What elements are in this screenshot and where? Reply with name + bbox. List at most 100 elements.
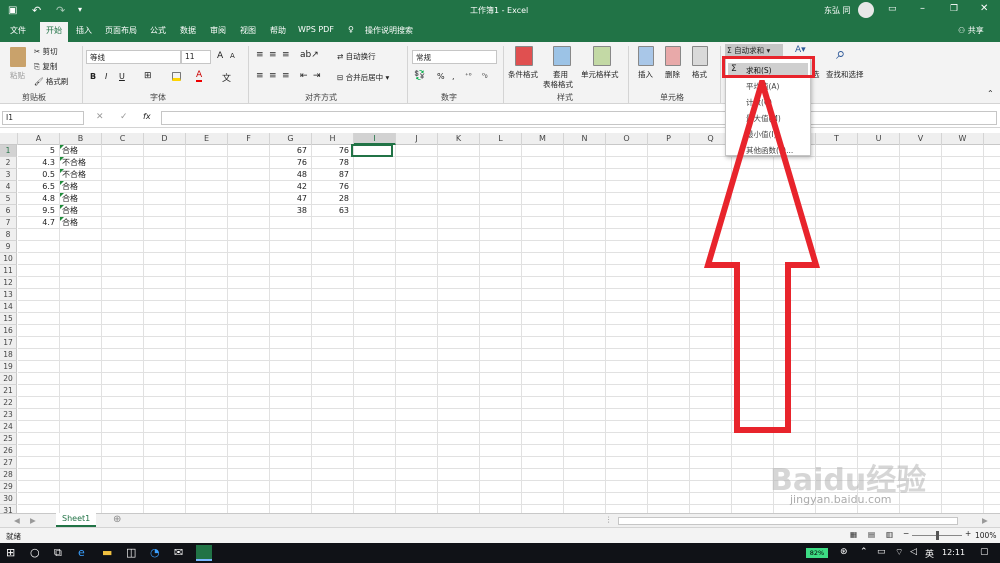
- row-header-9[interactable]: 9: [0, 241, 17, 253]
- phonetic-icon[interactable]: 文: [222, 71, 231, 84]
- row-header-6[interactable]: 6: [0, 205, 17, 217]
- font-size-select[interactable]: 11: [181, 50, 211, 64]
- zoom-level[interactable]: 100%: [975, 531, 996, 540]
- sort-filter-icon[interactable]: A▾: [795, 45, 806, 55]
- zoom-in-icon[interactable]: +: [965, 529, 971, 538]
- grow-font-icon[interactable]: A: [217, 51, 223, 61]
- wifi-icon[interactable]: ⌔: [895, 547, 903, 558]
- row-header-15[interactable]: 15: [0, 313, 17, 325]
- format-as-table-icon[interactable]: [553, 46, 571, 66]
- cell-styles-icon[interactable]: [593, 46, 611, 66]
- selected-cell[interactable]: [351, 144, 393, 157]
- error-indicator-icon[interactable]: [60, 157, 64, 161]
- row-header-14[interactable]: 14: [0, 301, 17, 313]
- formula-input[interactable]: [161, 111, 997, 125]
- row-header-8[interactable]: 8: [0, 229, 17, 241]
- normal-view-icon[interactable]: ▦: [850, 530, 857, 539]
- paste-button[interactable]: 粘贴: [10, 70, 25, 81]
- excel-taskbar-icon[interactable]: [196, 545, 212, 561]
- insert-cells-icon[interactable]: [638, 46, 654, 66]
- column-header-e[interactable]: E: [186, 133, 228, 145]
- cell-h1[interactable]: 76: [312, 145, 352, 157]
- tab-help[interactable]: 帮助: [270, 25, 286, 36]
- page-layout-view-icon[interactable]: ▤: [868, 530, 875, 539]
- cell-a4[interactable]: 6.5: [18, 181, 58, 193]
- game-icon[interactable]: ⊛: [840, 547, 848, 557]
- column-header-f[interactable]: F: [228, 133, 270, 145]
- number-format-select[interactable]: 常规: [412, 50, 497, 64]
- increase-indent-icon[interactable]: ⇥: [313, 71, 321, 81]
- row-header-5[interactable]: 5: [0, 193, 17, 205]
- undo-icon[interactable]: ↶: [32, 4, 41, 17]
- zoom-slider-thumb[interactable]: [936, 531, 939, 540]
- column-header-d[interactable]: D: [144, 133, 186, 145]
- row-header-19[interactable]: 19: [0, 361, 17, 373]
- find-select-button[interactable]: 查找和选择: [826, 69, 864, 80]
- row-header-4[interactable]: 4: [0, 181, 17, 193]
- align-top-icon[interactable]: ≡: [256, 50, 264, 60]
- row-header-24[interactable]: 24: [0, 421, 17, 433]
- bold-button[interactable]: B: [90, 72, 96, 81]
- row-header-17[interactable]: 17: [0, 337, 17, 349]
- tab-wps-pdf[interactable]: WPS PDF: [298, 25, 334, 34]
- insert-function-icon[interactable]: fx: [143, 112, 151, 121]
- share-button[interactable]: ⚇ 共享: [958, 25, 984, 36]
- row-header-20[interactable]: 20: [0, 373, 17, 385]
- cell-a7[interactable]: 4.7: [18, 217, 58, 229]
- row-header-29[interactable]: 29: [0, 481, 17, 493]
- cell-g7[interactable]: [270, 217, 310, 229]
- conditional-format-button[interactable]: 条件格式: [508, 69, 538, 80]
- row-header-31[interactable]: 31: [0, 505, 17, 513]
- align-center-icon[interactable]: ≡: [269, 71, 277, 81]
- cell-b2[interactable]: 不合格: [62, 157, 102, 169]
- align-bottom-icon[interactable]: ≡: [282, 50, 290, 60]
- row-header-18[interactable]: 18: [0, 349, 17, 361]
- row-header-12[interactable]: 12: [0, 277, 17, 289]
- customize-toolbar-icon[interactable]: ▾: [78, 5, 82, 14]
- search-icon[interactable]: ○: [30, 546, 40, 559]
- add-sheet-icon[interactable]: ⊕: [113, 514, 121, 525]
- shrink-font-icon[interactable]: A: [230, 52, 235, 60]
- cell-g2[interactable]: 76: [270, 157, 310, 169]
- italic-button[interactable]: I: [105, 72, 107, 81]
- network-icon[interactable]: ▭: [877, 547, 886, 557]
- row-header-2[interactable]: 2: [0, 157, 17, 169]
- horizontal-scrollbar[interactable]: [618, 517, 958, 525]
- delete-cells-icon[interactable]: [665, 46, 681, 66]
- row-header-26[interactable]: 26: [0, 445, 17, 457]
- row-header-22[interactable]: 22: [0, 397, 17, 409]
- cell-h7[interactable]: [312, 217, 352, 229]
- decrease-indent-icon[interactable]: ⇤: [300, 71, 308, 81]
- error-indicator-icon[interactable]: [60, 169, 64, 173]
- row-header-11[interactable]: 11: [0, 265, 17, 277]
- file-explorer-icon[interactable]: ▬: [102, 546, 112, 559]
- column-header-m[interactable]: M: [522, 133, 564, 145]
- tab-home[interactable]: 开始: [40, 22, 68, 42]
- cell-b6[interactable]: 合格: [62, 205, 102, 217]
- cell-g4[interactable]: 42: [270, 181, 310, 193]
- redo-icon[interactable]: ↷: [56, 4, 65, 17]
- cell-h3[interactable]: 87: [312, 169, 352, 181]
- restore-icon[interactable]: ❐: [950, 4, 958, 14]
- row-header-13[interactable]: 13: [0, 289, 17, 301]
- mail-icon[interactable]: ✉: [174, 546, 183, 559]
- cell-a2[interactable]: 4.3: [18, 157, 58, 169]
- column-header-k[interactable]: K: [438, 133, 480, 145]
- page-break-view-icon[interactable]: ▥: [886, 530, 893, 539]
- cell-g6[interactable]: 38: [270, 205, 310, 217]
- column-header-g[interactable]: G: [270, 133, 312, 145]
- cell-b3[interactable]: 不合格: [62, 169, 102, 181]
- format-cells-icon[interactable]: [692, 46, 708, 66]
- row-header-27[interactable]: 27: [0, 457, 17, 469]
- cell-a5[interactable]: 4.8: [18, 193, 58, 205]
- cell-b5[interactable]: 合格: [62, 193, 102, 205]
- clock-app-icon[interactable]: ◔: [150, 546, 160, 559]
- battery-indicator[interactable]: 82%: [806, 548, 828, 558]
- tab-page-layout[interactable]: 页面布局: [105, 25, 137, 36]
- column-header-l[interactable]: L: [480, 133, 522, 145]
- clock[interactable]: 12:11: [942, 548, 965, 557]
- column-header-a[interactable]: A: [18, 133, 60, 145]
- row-header-16[interactable]: 16: [0, 325, 17, 337]
- format-as-table-button-2[interactable]: 表格格式: [543, 79, 573, 90]
- row-header-21[interactable]: 21: [0, 385, 17, 397]
